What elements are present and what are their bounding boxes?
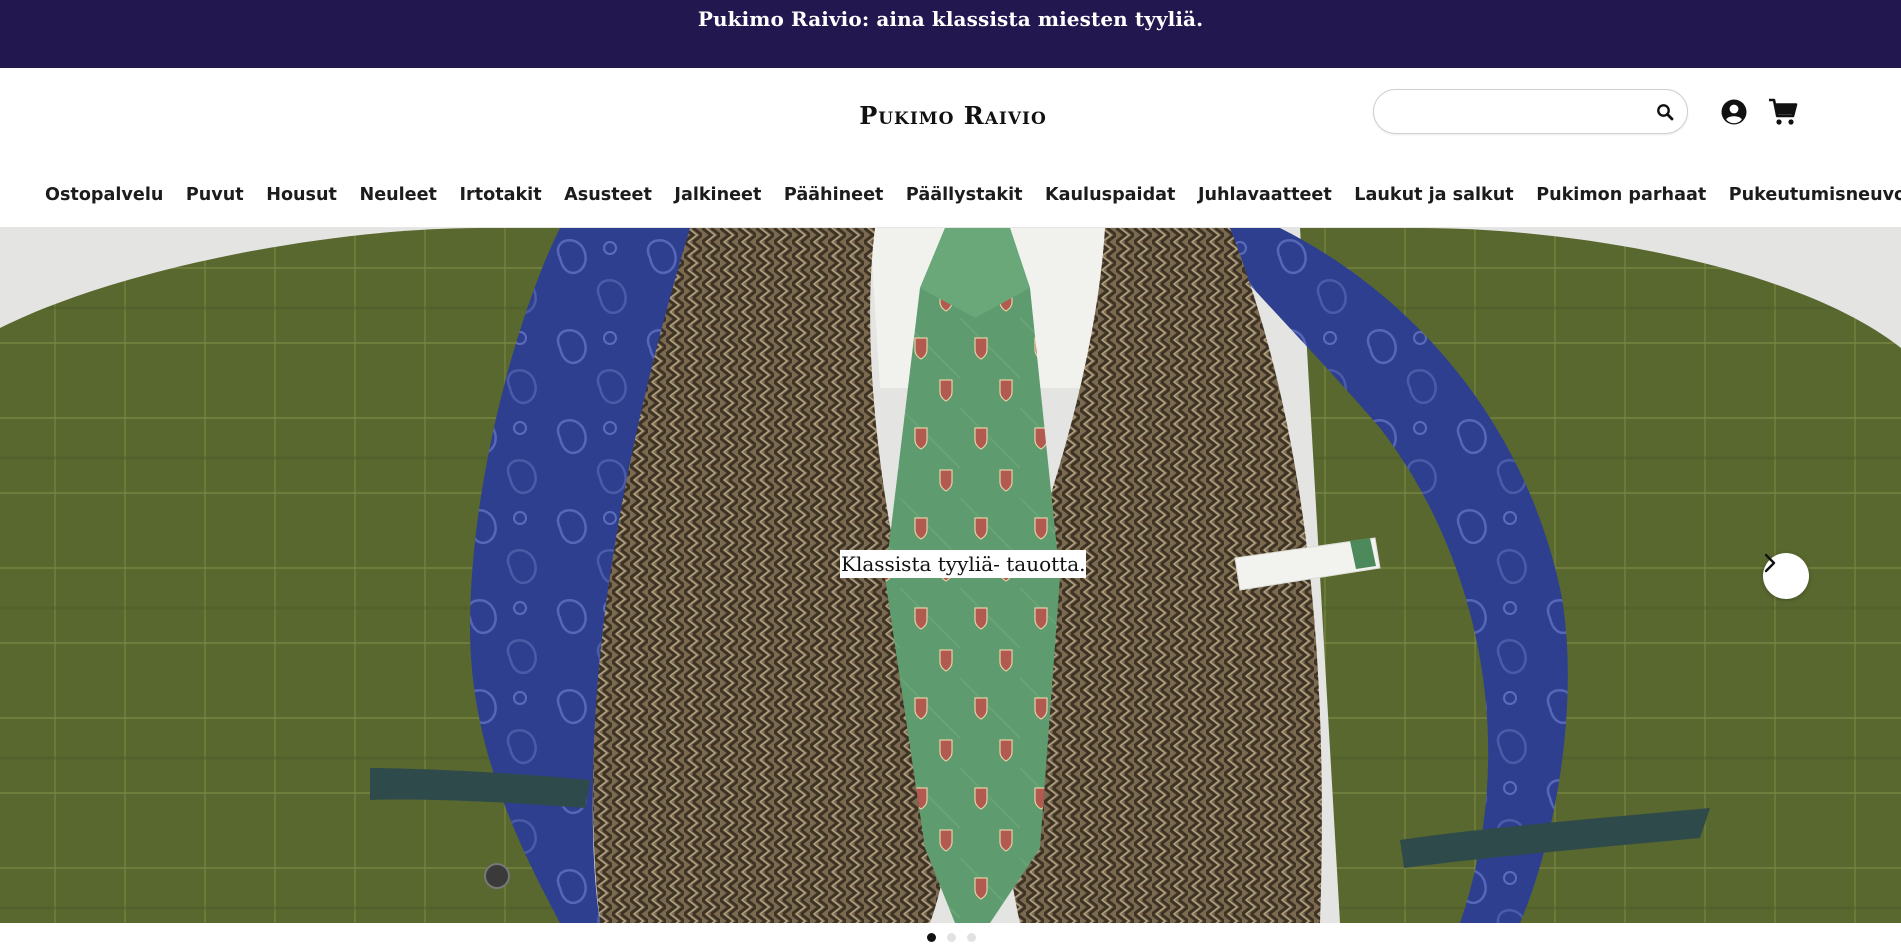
search-box[interactable]: [1373, 89, 1688, 134]
nav-item-paahineet[interactable]: Päähineet: [784, 185, 884, 205]
nav-item-laukut-ja-salkut[interactable]: Laukut ja salkut: [1354, 185, 1513, 205]
announcement-text: Pukimo Raivio: aina klassista miesten ty…: [697, 7, 1204, 31]
nav-item-jalkineet[interactable]: Jalkineet: [674, 185, 761, 205]
slider-next-button[interactable]: [1763, 553, 1809, 599]
hero-caption: Klassista tyyliä- tauotta.: [840, 550, 1087, 578]
nav-item-pukeutumisneuvonta[interactable]: Pukeutumisneuvonta: [1729, 185, 1901, 205]
nav-item-juhlavaatteet[interactable]: Juhlavaatteet: [1198, 185, 1332, 205]
nav-item-asusteet[interactable]: Asusteet: [564, 185, 652, 205]
site-header: Pukimo Raivio Ostopalvelu Puvut Housut N…: [0, 68, 1901, 228]
hero-slider: Klassista tyyliä- tauotta.: [0, 228, 1901, 923]
search-icon[interactable]: [1654, 101, 1676, 123]
slider-pagination: [927, 933, 987, 942]
slider-dot-2[interactable]: [947, 933, 956, 942]
slider-dot-3[interactable]: [967, 933, 976, 942]
cart-icon[interactable]: [1767, 97, 1799, 127]
nav-item-housut[interactable]: Housut: [266, 185, 337, 205]
slider-dot-1[interactable]: [927, 933, 936, 942]
chevron-right-icon: [1764, 553, 1776, 573]
nav-item-puvut[interactable]: Puvut: [186, 185, 244, 205]
announcement-bar: Pukimo Raivio: aina klassista miesten ty…: [0, 0, 1901, 68]
nav-item-pukimon-parhaat[interactable]: Pukimon parhaat: [1536, 185, 1706, 205]
nav-item-kauluspaidat[interactable]: Kauluspaidat: [1045, 185, 1175, 205]
search-input[interactable]: [1392, 100, 1632, 124]
account-icon[interactable]: [1720, 98, 1748, 126]
nav-item-neuleet[interactable]: Neuleet: [359, 185, 437, 205]
main-nav: Ostopalvelu Puvut Housut Neuleet Irtotak…: [45, 180, 1901, 210]
site-logo[interactable]: Pukimo Raivio: [852, 97, 1054, 133]
nav-item-ostopalvelu[interactable]: Ostopalvelu: [45, 185, 163, 205]
nav-item-irtotakit[interactable]: Irtotakit: [459, 185, 541, 205]
nav-item-paallystakit[interactable]: Päällystakit: [906, 185, 1023, 205]
